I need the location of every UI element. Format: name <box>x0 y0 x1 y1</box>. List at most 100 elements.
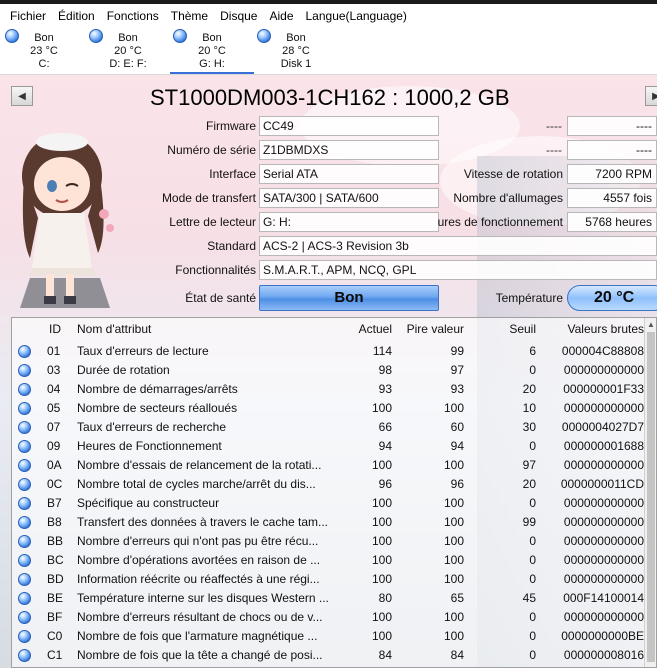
table-row[interactable]: 0C Nombre total de cycles marche/arrêt du… <box>12 475 646 494</box>
attr-raw: 000000000000 <box>563 572 644 586</box>
attr-current: 93 <box>378 382 392 396</box>
column-header-id[interactable]: ID <box>49 322 61 336</box>
attr-worst: 93 <box>450 382 464 396</box>
table-row[interactable]: 04 Nombre de démarrages/arrêts 93 93 20 00000… <box>12 380 646 399</box>
attr-worst: 100 <box>443 553 464 567</box>
column-header-threshold[interactable]: Seuil <box>474 322 536 336</box>
disk-tab-disk1[interactable]: Bon 28 °C Disk 1 <box>254 28 338 74</box>
column-header-raw[interactable]: Valeurs brutes <box>544 322 644 336</box>
disk-tab-c[interactable]: Bon 23 °C C: <box>2 28 86 74</box>
attr-id: 03 <box>47 363 61 377</box>
disk-tab-def[interactable]: Bon 20 °C D: E: F: <box>86 28 170 74</box>
attr-current: 100 <box>371 515 392 529</box>
table-row[interactable]: BD Information réécrite ou réaffectés à u… <box>12 570 646 589</box>
table-row[interactable]: 0A Nombre d'essais de relancement de la r… <box>12 456 646 475</box>
attr-raw: 0000000011CD <box>560 477 644 491</box>
menu-disque[interactable]: Disque <box>214 4 263 28</box>
disk-label: D: E: F: <box>109 58 147 70</box>
attr-threshold: 0 <box>529 363 536 377</box>
attr-raw: 000000000000 <box>563 363 644 377</box>
table-row[interactable]: BF Nombre d'erreurs résultant de chocs ou… <box>12 608 646 627</box>
table-row[interactable]: 03 Durée de rotation 98 97 0 000000000000 <box>12 361 646 380</box>
status-dot-icon <box>18 345 31 358</box>
attr-id: 01 <box>47 344 61 358</box>
column-header-name[interactable]: Nom d'attribut <box>77 322 151 336</box>
attr-current: 66 <box>378 420 392 434</box>
table-row[interactable]: BB Nombre d'erreurs qui n'ont pas pu être… <box>12 532 646 551</box>
attr-id: BE <box>47 591 64 605</box>
attr-id: 09 <box>47 439 61 453</box>
menu-aide[interactable]: Aide <box>263 4 299 28</box>
table-row[interactable]: B8 Transfert des données à travers le cac… <box>12 513 646 532</box>
attr-current: 100 <box>371 610 392 624</box>
menu-theme[interactable]: Thème <box>165 4 214 28</box>
disk-status-orb-icon <box>5 29 19 43</box>
next-disk-button[interactable]: ▶ <box>645 86 657 106</box>
attr-name: Taux d'erreurs de lecture <box>77 344 209 358</box>
health-label: État de santé <box>185 291 256 305</box>
disk-temp: 23 °C <box>30 45 58 57</box>
status-dot-icon <box>18 516 31 529</box>
attr-id: BD <box>47 572 64 586</box>
attr-name: Nombre total de cycles marche/arrêt du d… <box>77 477 316 491</box>
attr-current: 100 <box>371 534 392 548</box>
attr-current: 84 <box>378 648 392 662</box>
attr-name: Nombre d'opérations avortées en raison d… <box>77 553 321 567</box>
menu-fonctions[interactable]: Fonctions <box>101 4 165 28</box>
attr-name: Transfert des données à travers le cache… <box>77 515 329 529</box>
scroll-thumb[interactable] <box>647 332 655 662</box>
table-row[interactable]: B7 Spécifique au constructeur 100 100 0 00000… <box>12 494 646 513</box>
table-row[interactable]: BC Nombre d'opérations avortées en raison… <box>12 551 646 570</box>
attr-raw: 0000004027D7 <box>561 420 644 434</box>
table-row[interactable]: C1 Nombre de fois que la tête a changé de… <box>12 646 646 665</box>
attr-threshold: 99 <box>522 515 536 529</box>
disk-label: Disk 1 <box>280 58 312 70</box>
attr-worst: 100 <box>443 515 464 529</box>
table-header: ID Nom d'attribut Actuel Pire valeur Seu… <box>12 318 656 342</box>
attr-id: 07 <box>47 420 61 434</box>
table-scrollbar[interactable]: ▲ <box>644 318 656 667</box>
attr-threshold: 0 <box>529 534 536 548</box>
column-header-current[interactable]: Actuel <box>332 322 392 336</box>
attr-threshold: 0 <box>529 629 536 643</box>
unknown-label-1: ---- <box>546 119 562 133</box>
table-row[interactable]: 07 Taux d'erreurs de recherche 66 60 30 00000… <box>12 418 646 437</box>
attr-worst: 100 <box>443 401 464 415</box>
attr-worst: 100 <box>443 458 464 472</box>
attr-name: Nombre de démarrages/arrêts <box>77 382 238 396</box>
attr-name: Spécifique au constructeur <box>77 496 220 510</box>
disk-title: ST1000DM003-1CH162 : 1000,2 GB <box>150 85 510 110</box>
menu-langue[interactable]: Langue(Language) <box>300 4 413 28</box>
attr-id: 0A <box>47 458 62 472</box>
status-dot-icon <box>18 421 31 434</box>
attr-raw: 000000000000 <box>563 515 644 529</box>
status-dot-icon <box>18 383 31 396</box>
table-row[interactable]: 05 Nombre de secteurs réalloués 100 100 10 00… <box>12 399 646 418</box>
attr-current: 100 <box>371 458 392 472</box>
temperature-value[interactable]: 20 °C <box>567 285 657 311</box>
attr-raw: 000000000000 <box>563 553 644 567</box>
attr-id: B8 <box>47 515 62 529</box>
menu-fichier[interactable]: Fichier <box>4 4 52 28</box>
table-row[interactable]: C0 Nombre de fois que l'armature magnétiq… <box>12 627 646 646</box>
temperature-label: Température <box>495 291 563 305</box>
disk-tab-gh[interactable]: Bon 20 °C G: H: <box>170 28 254 74</box>
attr-current: 100 <box>371 553 392 567</box>
attr-worst: 99 <box>450 344 464 358</box>
scroll-up-arrow-icon[interactable]: ▲ <box>646 320 656 330</box>
disk-status-orb-icon <box>257 29 271 43</box>
table-row[interactable]: 01 Taux d'erreurs de lecture 114 99 6 000004C… <box>12 342 646 361</box>
unknown-value-1: ---- <box>567 116 657 136</box>
prev-disk-button[interactable]: ◀ <box>11 86 33 106</box>
attr-threshold: 45 <box>522 591 536 605</box>
attr-threshold: 97 <box>522 458 536 472</box>
menu-edition[interactable]: Édition <box>52 4 101 28</box>
serial-label: Numéro de série <box>167 143 256 157</box>
attr-raw: 000000000000 <box>563 458 644 472</box>
table-row[interactable]: BE Température interne sur les disques We… <box>12 589 646 608</box>
status-dot-icon <box>18 364 31 377</box>
status-dot-icon <box>18 573 31 586</box>
column-header-worst[interactable]: Pire valeur <box>392 322 464 336</box>
attr-raw: 000000000000 <box>563 534 644 548</box>
table-row[interactable]: 09 Heures de Fonctionnement 94 94 0 000000001… <box>12 437 646 456</box>
